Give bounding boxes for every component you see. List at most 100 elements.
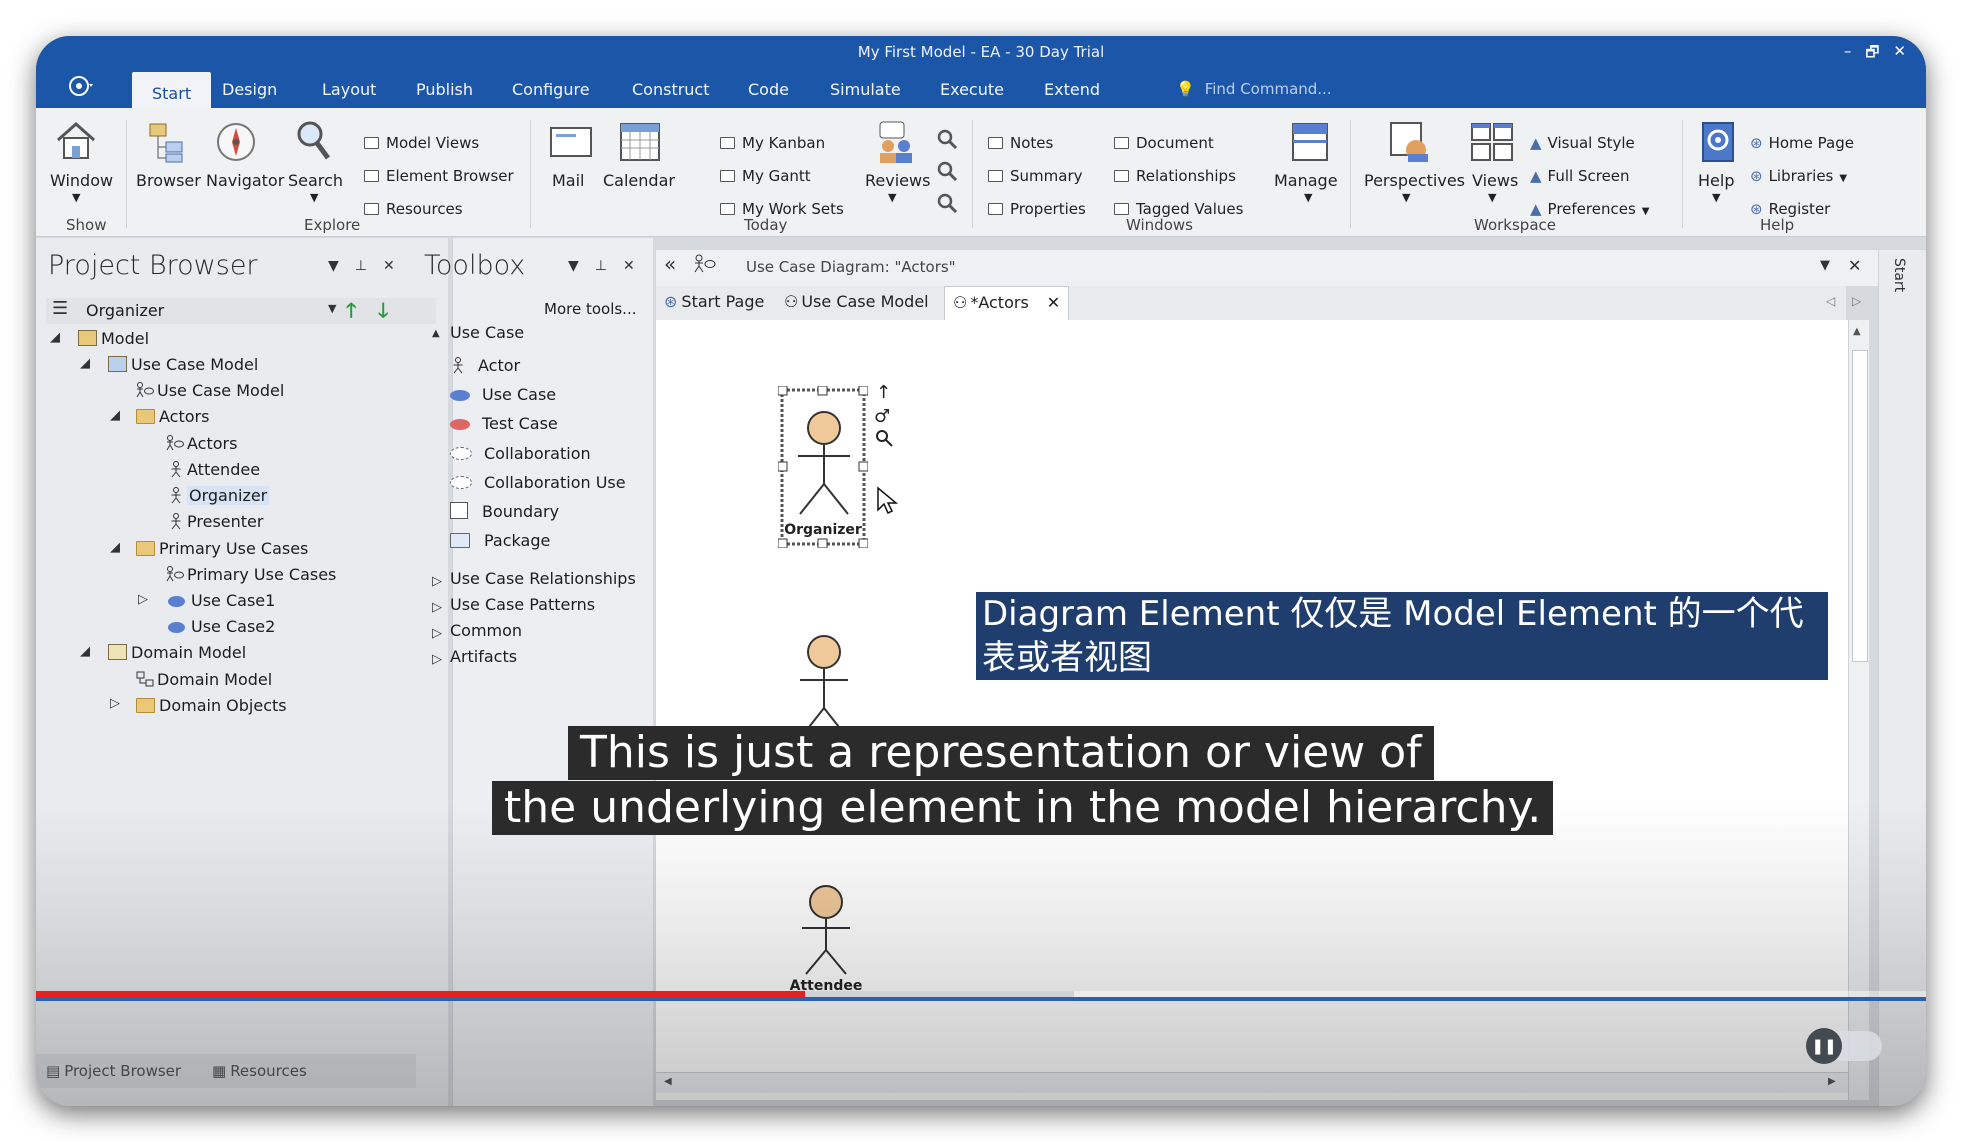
bottom-tab-project-browser[interactable]: ▤ Project Browser — [46, 1062, 181, 1080]
summary-button[interactable]: Summary — [988, 167, 1083, 185]
tree-item-domain-model-package[interactable]: Domain Model — [108, 643, 246, 662]
collapsed-triangle-icon[interactable]: ▷ — [138, 592, 148, 607]
full-screen-button[interactable]: ▲ Full Screen — [1530, 167, 1630, 185]
diagram-vertical-scrollbar[interactable]: ▲ — [1848, 320, 1869, 1100]
toolbox-item-package[interactable]: Package — [450, 531, 550, 550]
close-icon[interactable]: ✕ — [1047, 293, 1060, 312]
tree-item-use-case1[interactable]: Use Case1 — [168, 591, 275, 610]
tab-extend[interactable]: Extend — [1044, 80, 1100, 99]
expanded-triangle-icon[interactable]: ◢ — [50, 330, 60, 345]
move-up-icon[interactable]: 🡑 — [346, 296, 356, 330]
tab-execute[interactable]: Execute — [940, 80, 1004, 99]
toolbox-item-boundary[interactable]: Boundary — [450, 502, 559, 521]
my-kanban-button[interactable]: My Kanban — [720, 134, 825, 152]
actor-attendee[interactable]: Attendee — [776, 846, 876, 1002]
expanded-triangle-icon[interactable]: ◢ — [110, 540, 120, 555]
toolbox-group-common[interactable]: Common — [450, 621, 522, 640]
tree-item-use-case-model-diagram[interactable]: Use Case Model — [136, 381, 284, 400]
restore-button[interactable]: 🗗 — [1865, 42, 1879, 67]
toolbox-section-use-case[interactable]: Use Case — [450, 323, 524, 342]
properties-button[interactable]: Properties — [988, 200, 1086, 218]
minimize-button[interactable]: – — [1844, 42, 1852, 67]
quick-link-arrow-icon[interactable]: ↑ — [876, 382, 891, 403]
video-player[interactable]: My First Model - EA - 30 Day Trial – 🗗 ✕… — [36, 36, 1926, 1106]
toolbox-group-patterns[interactable]: Use Case Patterns — [450, 595, 595, 614]
tab-simulate[interactable]: Simulate — [830, 80, 901, 99]
home-page-button[interactable]: ⊛ Home Page — [1750, 134, 1854, 152]
chevron-down-icon[interactable]: ▼ — [1820, 258, 1830, 273]
close-icon[interactable]: ✕ — [623, 258, 635, 274]
tab-publish[interactable]: Publish — [416, 80, 473, 99]
collapsed-triangle-icon[interactable]: ▷ — [432, 652, 442, 667]
tab-scroll-left-icon[interactable]: ◁ — [1826, 294, 1835, 308]
organizer-dropdown[interactable]: Organizer — [86, 301, 164, 320]
tab-construct[interactable]: Construct — [632, 80, 710, 99]
close-icon[interactable]: ✕ — [383, 258, 395, 274]
pin-icon[interactable]: ⊥ — [355, 258, 367, 274]
toolbox-group-relationships[interactable]: Use Case Relationships — [450, 569, 636, 588]
scrollbar-thumb[interactable] — [1852, 350, 1868, 662]
tab-start-page[interactable]: ⊛ Start Page — [664, 292, 764, 311]
actor-organizer[interactable]: Organizer — [777, 385, 869, 549]
close-button[interactable]: ✕ — [1893, 42, 1906, 67]
toolbox-item-test-case[interactable]: Test Case — [450, 414, 558, 433]
side-tab-start[interactable]: Start — [1891, 258, 1907, 292]
chevron-down-icon[interactable]: ▼ — [568, 258, 579, 274]
close-icon[interactable]: ✕ — [1848, 256, 1861, 275]
more-tools-button[interactable]: More tools... — [544, 300, 636, 318]
collapsed-triangle-icon[interactable]: ▷ — [432, 600, 442, 615]
search-icon[interactable] — [874, 428, 894, 452]
scroll-up-icon[interactable]: ▲ — [1853, 326, 1861, 337]
tree-item-primary-use-cases-folder[interactable]: Primary Use Cases — [136, 539, 308, 558]
move-down-icon[interactable]: 🡓 — [378, 296, 388, 330]
toolbox-item-use-case[interactable]: Use Case — [450, 385, 556, 404]
tree-item-domain-model-diagram[interactable]: Domain Model — [136, 670, 272, 689]
tree-item-actors-folder[interactable]: Actors — [136, 407, 209, 426]
chevron-down-icon[interactable]: ▼ — [328, 302, 336, 315]
expanded-triangle-icon[interactable]: ◢ — [80, 644, 90, 659]
tab-start[interactable]: Start — [132, 72, 212, 108]
toolbox-item-collaboration-use[interactable]: Collaboration Use — [450, 473, 626, 492]
tree-item-actors-diagram[interactable]: Actors — [166, 434, 237, 453]
tree-item-model[interactable]: Model — [78, 329, 149, 348]
document-button[interactable]: Document — [1114, 134, 1214, 152]
search-icon[interactable] — [936, 192, 958, 214]
notes-button[interactable]: Notes — [988, 134, 1053, 152]
tree-item-organizer[interactable]: Organizer — [170, 486, 270, 505]
collapsed-triangle-icon[interactable]: ▷ — [432, 574, 442, 589]
expanded-triangle-icon[interactable]: ▲ — [432, 328, 440, 339]
toolbox-item-collaboration[interactable]: Collaboration — [450, 444, 591, 463]
tab-scroll-right-icon[interactable]: ▷ — [1852, 294, 1861, 308]
resources-button[interactable]: Resources — [364, 200, 463, 218]
hamburger-icon[interactable]: ☰ — [52, 298, 68, 319]
scroll-right-icon[interactable]: ▶ — [1828, 1076, 1836, 1087]
tab-actors[interactable]: ⚇ *Actors ✕ — [944, 286, 1070, 320]
expanded-triangle-icon[interactable]: ◢ — [80, 356, 90, 371]
my-gantt-button[interactable]: My Gantt — [720, 167, 811, 185]
tree-item-attendee[interactable]: Attendee — [170, 460, 260, 479]
chevron-down-icon[interactable]: ▼ — [328, 258, 339, 274]
bottom-tab-resources[interactable]: ▦ Resources — [212, 1062, 307, 1080]
app-logo-icon[interactable] — [68, 74, 94, 98]
toolbox-group-artifacts[interactable]: Artifacts — [450, 647, 517, 666]
tree-item-primary-use-cases-diagram[interactable]: Primary Use Cases — [166, 565, 336, 584]
expanded-triangle-icon[interactable]: ◢ — [110, 408, 120, 423]
pin-icon[interactable]: ⊥ — [595, 258, 607, 274]
collapse-left-icon[interactable]: « — [664, 252, 676, 276]
diagram-horizontal-scrollbar[interactable]: ◀ ▶ — [656, 1072, 1848, 1093]
tab-configure[interactable]: Configure — [512, 80, 590, 99]
visual-style-button[interactable]: ▲ Visual Style — [1530, 134, 1635, 152]
search-icon[interactable] — [936, 160, 958, 182]
tree-item-use-case2[interactable]: Use Case2 — [168, 617, 275, 636]
collapsed-triangle-icon[interactable]: ▷ — [110, 696, 120, 711]
tree-item-use-case-model-package[interactable]: Use Case Model — [108, 355, 258, 374]
find-command[interactable]: 💡 Find Command... — [1176, 80, 1332, 98]
search-icon[interactable] — [936, 128, 958, 150]
element-browser-button[interactable]: Element Browser — [364, 167, 514, 185]
collapsed-triangle-icon[interactable]: ▷ — [432, 626, 442, 641]
scroll-left-icon[interactable]: ◀ — [664, 1076, 672, 1087]
tab-layout[interactable]: Layout — [322, 80, 376, 99]
toolbox-item-actor[interactable]: Actor — [452, 356, 520, 375]
tab-code[interactable]: Code — [748, 80, 789, 99]
model-views-button[interactable]: Model Views — [364, 134, 479, 152]
